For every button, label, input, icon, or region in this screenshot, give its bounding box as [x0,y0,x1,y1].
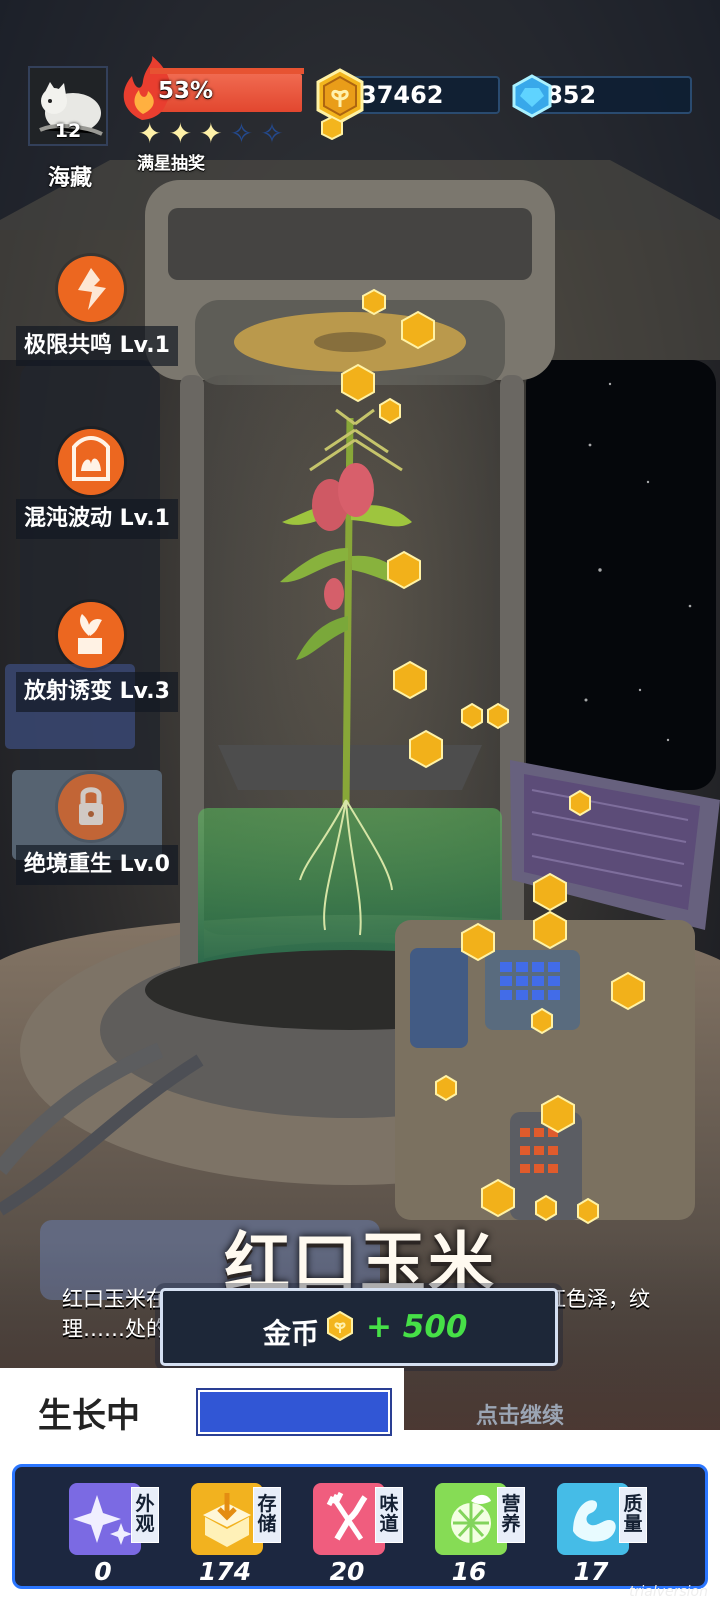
stat-value-storage: 174 [198,1557,252,1586]
stat-nutrition: 营养 16 [427,1477,537,1586]
skill-label-resonance: 极限共鸣 Lv.1 [16,326,178,366]
stat-storage: 存储 174 [183,1477,293,1586]
coin-counter: 37462 [352,76,500,114]
skill-button-chaos[interactable] [58,429,124,495]
star-filled-icon: ✦ [199,117,223,150]
stat-value-nutrition: 16 [451,1557,487,1586]
stat-tag-nutrition: 营养 [497,1487,525,1543]
mutation-icon [78,614,102,654]
stat-tag-appearance: 外观 [131,1487,159,1543]
watermark: trialversion [629,1584,708,1600]
stat-value-appearance: 0 [94,1557,112,1586]
stat-tag-quality: 质量 [619,1487,647,1543]
coin-amount: 37462 [360,81,444,109]
reward-coin-icon [327,1311,353,1341]
stat-value-quality: 17 [573,1557,609,1586]
plant-stats-panel: 外观 0 存储 174 味道 20 营养 16 质量 17 [12,1464,708,1589]
star-empty-icon: ✧ [229,117,254,150]
chaos-icon [72,436,110,481]
reward-amount: + 500 [366,1309,468,1345]
skill-label-rebirth: 绝境重生 Lv.0 [16,845,178,885]
skill-label-chaos: 混沌波动 Lv.1 [16,499,178,539]
skill-button-resonance[interactable] [58,256,124,322]
star-rating: ✦ ✦ ✦ ✧ ✧ [138,120,286,150]
gem-icon [512,74,552,118]
skill-label-mutation: 放射诱变 Lv.3 [16,672,178,712]
star-filled-icon: ✦ [138,117,162,150]
stat-taste: 味道 20 [305,1477,415,1586]
star-empty-icon: ✧ [260,117,284,150]
tap-to-continue[interactable]: 点击继续 [476,1398,564,1430]
skill-button-mutation[interactable] [58,602,124,668]
resonance-icon [78,268,106,310]
reward-popup[interactable]: 金币 + 500 [160,1288,558,1366]
stat-appearance: 外观 0 [61,1477,171,1586]
stat-tag-storage: 存储 [253,1487,281,1543]
game-screen: 12 海藏 53% ✦ ✦ ✦ ✧ ✧ 满星抽奖 37462 852 极限共鸣 … [0,0,720,1604]
stat-quality: 质量 17 [549,1477,659,1586]
stat-value-taste: 20 [329,1557,365,1586]
player-level: 12 [54,120,82,142]
stat-tag-taste: 味道 [375,1487,403,1543]
star-filled-icon: ✦ [168,117,193,150]
player-name: 海藏 [47,166,92,191]
small-coin-icon [321,116,343,140]
skill-button-rebirth-locked[interactable] [58,774,124,840]
fire-percent: 53% [158,78,214,104]
growth-progress-bar [196,1388,392,1436]
lock-icon [79,787,103,825]
growth-status-label: 生长中 [38,1396,140,1436]
star-lottery-label[interactable]: 满星抽奖 [137,149,205,174]
reward-label: 金币 [263,1317,320,1350]
gem-counter: 852 [530,76,692,114]
